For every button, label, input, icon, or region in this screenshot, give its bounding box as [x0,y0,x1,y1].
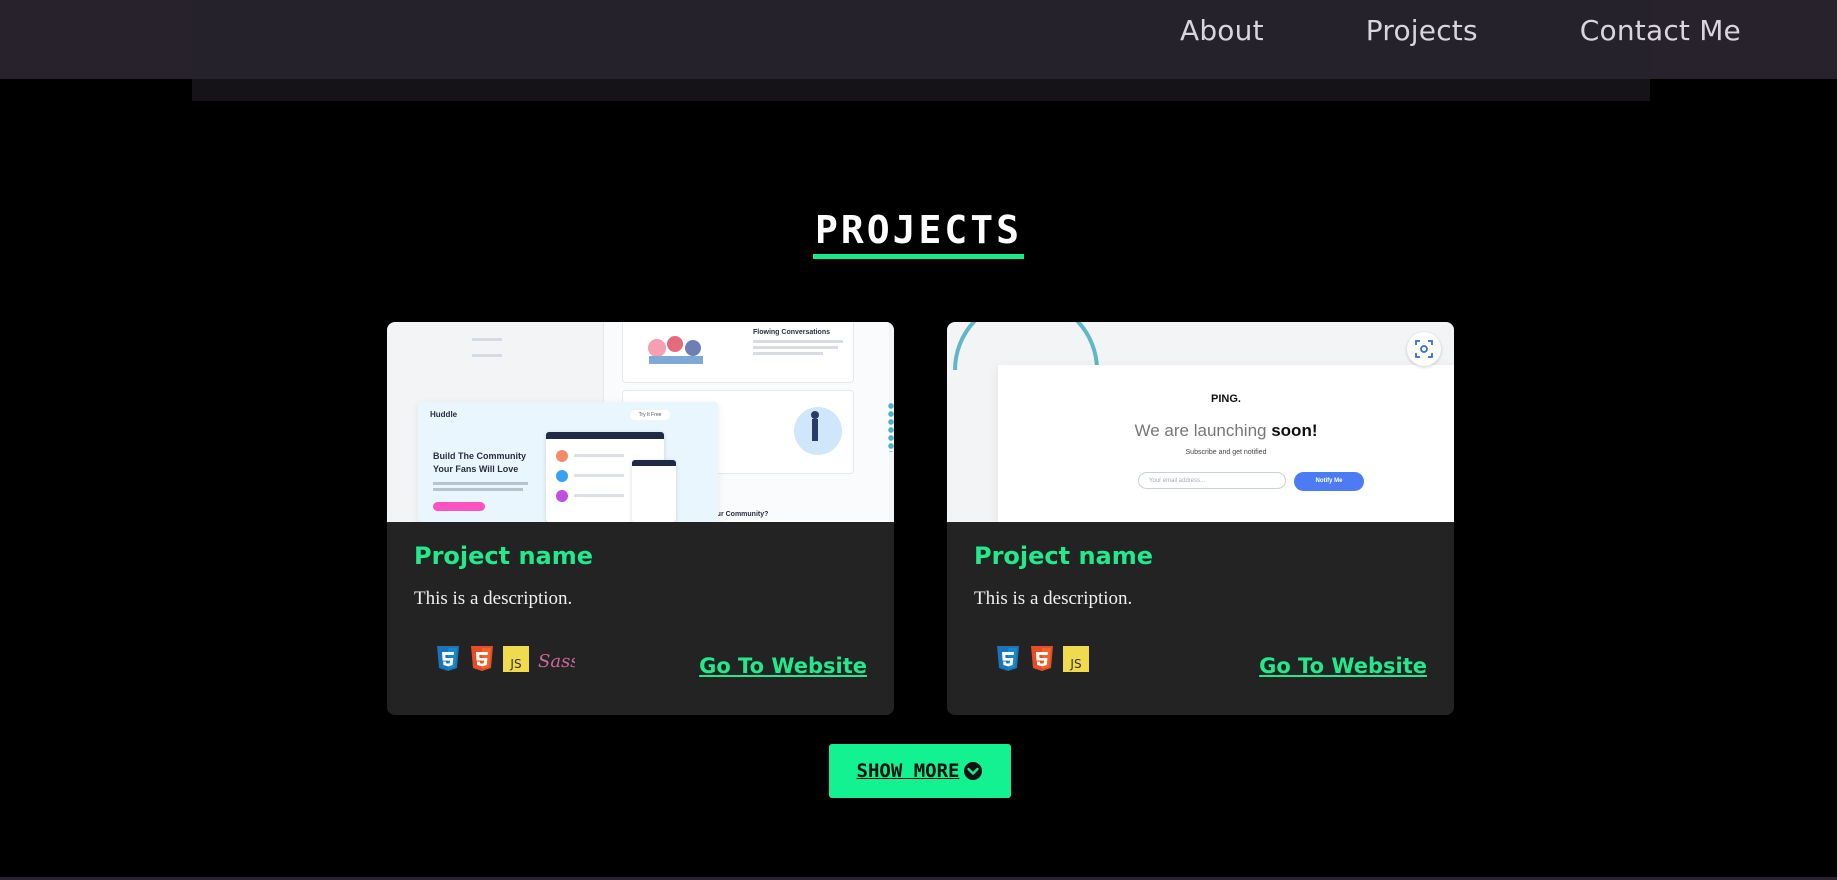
mockup-subtext: Subscribe and get notified [1185,449,1267,456]
svg-text:JS: JS [509,657,521,671]
go-to-website-link[interactable]: Go To Website [699,654,867,678]
mockup-notify-button: Notify Me [1294,472,1364,491]
text-line [753,346,838,349]
javascript-icon: JS [503,646,529,672]
main-nav: About Projects Contact Me [1180,14,1741,47]
show-more-label: SHOW MORE [856,760,960,782]
mockup-headline: Build The Community Your Fans Will Love [433,450,526,476]
project-card: PING. We are launching soon! Subscribe a… [947,322,1454,715]
text-line [753,340,843,343]
project-thumbnail: PING. We are launching soon! Subscribe a… [947,322,1454,522]
mockup-headline-line1: Build The Community [433,451,526,461]
mockup-brand: PING. [1211,393,1241,405]
screenshot-scan-button[interactable] [1407,332,1441,366]
hero-mockup: Huddle Try It Free Build The Community Y… [418,402,718,522]
nav-link-about[interactable]: About [1180,14,1264,47]
section-heading: PROJECTS [0,208,1837,259]
mockup-email-input: Your email address... [1138,472,1286,489]
text-line [433,482,528,485]
html5-icon [471,646,493,671]
top-nav-bar: About Projects Contact Me [0,0,1837,101]
mockup-headline-line2: Your Fans Will Love [433,464,519,474]
svg-text:Sass: Sass [538,651,575,672]
mockup-headline: We are launching soon! [998,421,1454,441]
project-name: Project name [414,542,594,570]
project-description: This is a description. [414,588,573,609]
project-description: This is a description. [974,588,1133,609]
text-line [433,488,523,491]
illustration-people [648,336,703,364]
css3-icon [997,646,1019,671]
javascript-icon: JS [1063,646,1089,672]
project-card-body: Project name This is a description. JS S… [387,522,894,715]
decor-line [472,338,502,341]
project-name: Project name [974,542,1154,570]
project-thumbnail: Flowing Conversations Ready To Build You… [387,322,894,522]
feature-box: Flowing Conversations [622,322,854,383]
mockup-cta: Try It Free [630,410,670,420]
tech-stack: JS [995,645,1089,673]
nav-link-projects[interactable]: Projects [1366,14,1478,47]
html5-icon [1031,646,1053,671]
illustration-presenter [794,407,842,455]
project-card: Flowing Conversations Ready To Build You… [387,322,894,715]
go-to-website-link[interactable]: Go To Website [1259,654,1427,678]
feature-title: Flowing Conversations [753,329,831,336]
section-title: PROJECTS [812,208,1025,259]
decor-line [472,354,502,357]
chevron-down-circle-icon [964,762,983,780]
decor-dots [887,402,894,452]
nav-link-contact[interactable]: Contact Me [1580,14,1741,47]
headline-light: We are launching [1134,421,1272,440]
tech-stack: JS Sass [435,645,575,673]
scan-icon [1415,340,1433,358]
project-card-body: Project name This is a description. JS G… [947,522,1454,715]
mockup-page: PING. We are launching soon! Subscribe a… [998,365,1454,522]
mockup-brand: Huddle [430,410,458,419]
show-more-button[interactable]: SHOW MORE [829,744,1011,798]
mockup-phone [632,460,676,522]
svg-text:JS: JS [1069,657,1081,671]
mockup-pink-button [433,502,485,511]
sass-icon: Sass [538,651,575,672]
text-line [753,352,823,355]
headline-bold: soon! [1271,421,1318,440]
css3-icon [437,646,459,671]
